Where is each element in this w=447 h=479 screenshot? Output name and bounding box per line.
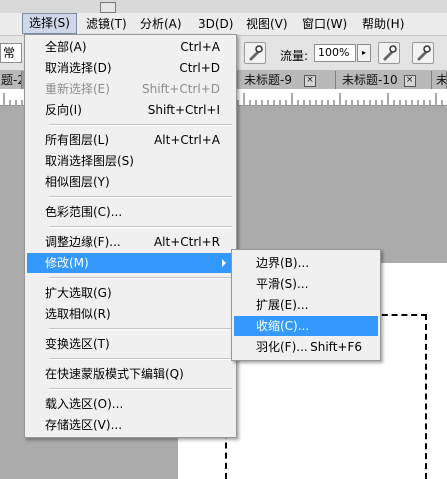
menu-separator bbox=[49, 358, 232, 360]
close-icon[interactable]: × bbox=[303, 74, 316, 87]
menu-item-edge[interactable] bbox=[0, 13, 21, 35]
menu-help[interactable]: 帮助(H) bbox=[356, 13, 410, 35]
tab-doc-2[interactable]: 题-2 bbox=[0, 71, 22, 89]
item-shortcut: Alt+Ctrl+A bbox=[154, 133, 220, 147]
menu-item-deselect[interactable]: 取消选择(D) Ctrl+D bbox=[27, 58, 234, 78]
selection-marquee bbox=[425, 314, 427, 479]
window-top-strip bbox=[0, 0, 447, 13]
menu-item-reselect: 重新选择(E) Shift+Ctrl+D bbox=[27, 79, 234, 99]
item-label: 在快速蒙版模式下编辑(Q) bbox=[45, 367, 184, 381]
flow-label: 流量: bbox=[280, 49, 309, 63]
item-label: 所有图层(L) bbox=[45, 133, 110, 147]
submenu-arrow-icon bbox=[222, 259, 226, 267]
tab-label: 未标题-9 bbox=[244, 73, 292, 87]
menu-window[interactable]: 窗口(W) bbox=[296, 13, 353, 35]
menu-item-expand[interactable]: 扩展(E)... bbox=[234, 295, 378, 315]
menu-item-deselect-layers[interactable]: 取消选择图层(S) bbox=[27, 151, 234, 171]
item-shortcut: Shift+Ctrl+D bbox=[142, 82, 220, 96]
menu-item-select-all[interactable]: 全部(A) Ctrl+A bbox=[27, 37, 234, 57]
item-label: 载入选区(O)... bbox=[45, 397, 124, 411]
menu-item-modify[interactable]: 修改(M) bbox=[27, 253, 234, 273]
menu-separator bbox=[49, 196, 232, 198]
item-label: 变换选区(T) bbox=[45, 337, 110, 351]
menu-filter[interactable]: 滤镜(T) bbox=[80, 13, 133, 35]
menu-item-feather[interactable]: 羽化(F)... Shift+F6 bbox=[234, 337, 378, 357]
item-label: 取消选择图层(S) bbox=[45, 154, 134, 168]
item-label: 重新选择(E) bbox=[45, 82, 110, 96]
item-label: 平滑(S)... bbox=[256, 277, 309, 291]
menu-item-border[interactable]: 边界(B)... bbox=[234, 253, 378, 273]
item-shortcut: Ctrl+A bbox=[180, 40, 220, 54]
item-label: 相似图层(Y) bbox=[45, 175, 110, 189]
item-label: 色彩范围(C)... bbox=[45, 205, 123, 219]
item-label: 修改(M) bbox=[45, 256, 89, 270]
menu-bar: 选择(S) 滤镜(T) 分析(A) 3D(D) 视图(V) 窗口(W) 帮助(H… bbox=[0, 13, 447, 36]
menu-item-transform-selection[interactable]: 变换选区(T) bbox=[27, 334, 234, 354]
close-icon[interactable]: × bbox=[403, 74, 416, 87]
menu-item-color-range[interactable]: 色彩范围(C)... bbox=[27, 202, 234, 222]
flow-arrow-icon[interactable]: ▸ bbox=[357, 44, 371, 62]
item-shortcut: Ctrl+D bbox=[179, 61, 220, 75]
item-label: 选取相似(R) bbox=[45, 307, 111, 321]
tab-doc-9[interactable]: 未标题-9 × bbox=[238, 71, 336, 89]
airbrush-toggle-icon[interactable] bbox=[378, 42, 400, 64]
menu-item-inverse[interactable]: 反向(I) Shift+Ctrl+I bbox=[27, 100, 234, 120]
menu-item-similar[interactable]: 选取相似(R) bbox=[27, 304, 234, 324]
tab-label: 未标 bbox=[436, 73, 447, 87]
item-label: 全部(A) bbox=[45, 40, 87, 54]
select-menu: 全部(A) Ctrl+A 取消选择(D) Ctrl+D 重新选择(E) Shift+C… bbox=[24, 34, 237, 438]
item-label: 存储选区(V)... bbox=[45, 418, 123, 432]
flow-input[interactable]: 100% bbox=[314, 44, 356, 62]
menu-select[interactable]: 选择(S) bbox=[22, 13, 77, 34]
tab-label: 未标题-10 bbox=[342, 73, 398, 87]
item-shortcut: Shift+Ctrl+I bbox=[147, 103, 220, 117]
menu-3d[interactable]: 3D(D) bbox=[192, 13, 239, 35]
item-label: 扩大选取(G) bbox=[45, 286, 112, 300]
window-icon bbox=[100, 2, 116, 13]
menu-item-quick-mask[interactable]: 在快速蒙版模式下编辑(Q) bbox=[27, 364, 234, 384]
menu-item-grow[interactable]: 扩大选取(G) bbox=[27, 283, 234, 303]
menu-item-refine-edge[interactable]: 调整边缘(F)... Alt+Ctrl+R bbox=[27, 232, 234, 252]
item-shortcut: Alt+Ctrl+R bbox=[153, 235, 220, 249]
tab-label: 题-2 bbox=[1, 73, 21, 87]
item-label: 扩展(E)... bbox=[256, 298, 309, 312]
item-label: 反向(I) bbox=[45, 103, 82, 117]
item-label: 边界(B)... bbox=[256, 256, 310, 270]
menu-separator bbox=[49, 277, 232, 279]
airbrush-icon[interactable] bbox=[244, 42, 266, 64]
menu-item-contract[interactable]: 收缩(C)... bbox=[234, 316, 378, 336]
item-label: 收缩(C)... bbox=[256, 319, 310, 333]
item-shortcut: Shift+F6 bbox=[310, 340, 362, 354]
pressure-icon[interactable] bbox=[412, 42, 434, 64]
item-label: 羽化(F)... bbox=[256, 340, 308, 354]
menu-analysis[interactable]: 分析(A) bbox=[134, 13, 188, 35]
modify-submenu: 边界(B)... 平滑(S)... 扩展(E)... 收缩(C)... 羽化(F… bbox=[231, 249, 381, 361]
menu-separator bbox=[49, 388, 232, 390]
item-label: 调整边缘(F)... bbox=[45, 235, 121, 249]
tab-doc-10[interactable]: 未标题-10 × bbox=[336, 71, 432, 89]
mode-dropdown[interactable]: 常 bbox=[0, 43, 22, 63]
menu-item-smooth[interactable]: 平滑(S)... bbox=[234, 274, 378, 294]
item-label: 取消选择(D) bbox=[45, 61, 112, 75]
menu-item-similar-layers[interactable]: 相似图层(Y) bbox=[27, 172, 234, 192]
menu-item-load-selection[interactable]: 载入选区(O)... bbox=[27, 394, 234, 414]
tab-doc-overflow[interactable]: 未标 bbox=[432, 71, 447, 89]
menu-item-save-selection[interactable]: 存储选区(V)... bbox=[27, 415, 234, 435]
menu-separator bbox=[49, 124, 232, 126]
menu-view[interactable]: 视图(V) bbox=[240, 13, 294, 35]
menu-separator bbox=[49, 328, 232, 330]
menu-separator bbox=[49, 226, 232, 228]
menu-item-all-layers[interactable]: 所有图层(L) Alt+Ctrl+A bbox=[27, 130, 234, 150]
